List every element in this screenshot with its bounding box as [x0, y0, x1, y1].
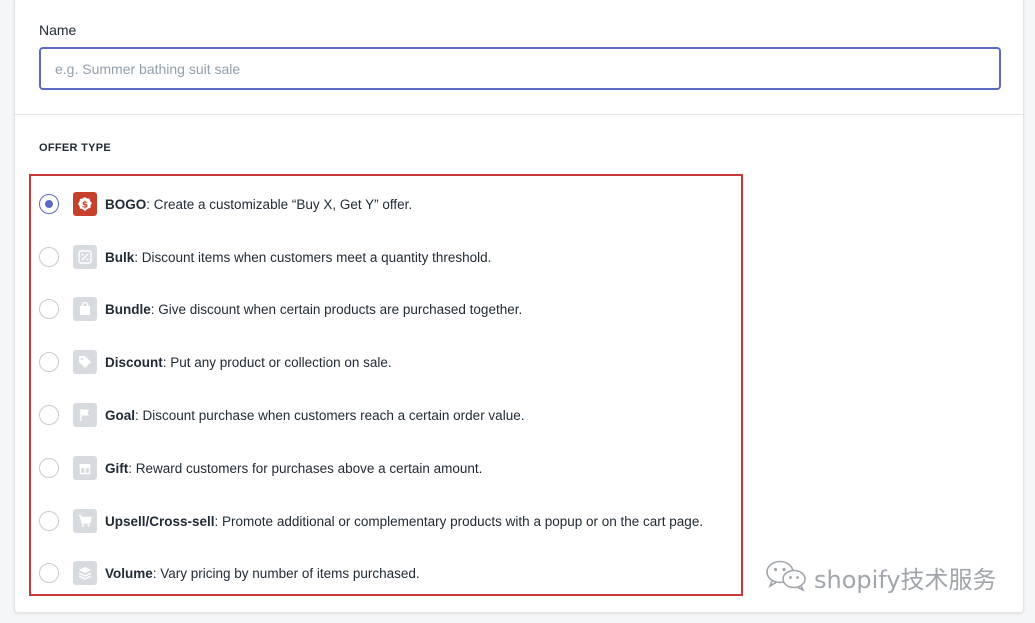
radio-volume[interactable] — [39, 563, 59, 583]
offer-option-title: Gift — [105, 460, 129, 476]
offer-option-description: : Promote additional or complementary pr… — [214, 513, 704, 529]
offer-option-title: Bulk — [105, 249, 135, 265]
offer-option-bulk[interactable]: Bulk: Discount items when customers meet… — [39, 243, 739, 271]
wechat-icon — [764, 558, 808, 597]
offer-option-text: Bundle: Give discount when certain produ… — [105, 302, 522, 317]
svg-text:$: $ — [82, 201, 88, 211]
offer-option-text: Upsell/Cross-sell: Promote additional or… — [105, 514, 703, 529]
offer-option-text: Volume: Vary pricing by number of items … — [105, 566, 420, 581]
offer-option-description: : Give discount when certain products ar… — [150, 301, 523, 317]
offer-option-text: Goal: Discount purchase when customers r… — [105, 408, 524, 423]
offer-option-gift[interactable]: Gift: Reward customers for purchases abo… — [39, 454, 739, 482]
offer-option-title: Goal — [105, 407, 136, 423]
offer-option-description: : Create a customizable “Buy X, Get Y” o… — [146, 196, 413, 212]
price-tag-icon — [73, 350, 97, 374]
radio-bulk[interactable] — [39, 247, 59, 267]
radio-discount[interactable] — [39, 352, 59, 372]
offer-option-title: Bundle — [105, 301, 151, 317]
offer-option-description: : Put any product or collection on sale. — [162, 354, 392, 370]
radio-bundle[interactable] — [39, 299, 59, 319]
percent-icon — [73, 245, 97, 269]
offer-option-text: Gift: Reward customers for purchases abo… — [105, 461, 482, 476]
watermark: shopify技术服务 — [764, 558, 997, 597]
name-label: Name — [39, 22, 77, 38]
radio-gift[interactable] — [39, 458, 59, 478]
offer-type-heading: OFFER TYPE — [39, 142, 112, 154]
offer-option-bundle[interactable]: Bundle: Give discount when certain produ… — [39, 295, 739, 323]
name-section: Name — [15, 0, 1023, 115]
offer-option-text: Bulk: Discount items when customers meet… — [105, 250, 491, 265]
offer-option-description: : Reward customers for purchases above a… — [128, 460, 483, 476]
shopping-bag-icon — [73, 297, 97, 321]
radio-bogo[interactable] — [39, 194, 59, 214]
offer-option-text: Discount: Put any product or collection … — [105, 355, 392, 370]
cart-icon — [73, 509, 97, 533]
offer-option-upsell[interactable]: Upsell/Cross-sell: Promote additional or… — [39, 507, 739, 535]
dollar-badge-icon: $ — [73, 192, 97, 216]
watermark-text: shopify技术服务 — [814, 566, 997, 594]
offer-option-text: BOGO: Create a customizable “Buy X, Get … — [105, 197, 412, 212]
offer-option-goal[interactable]: Goal: Discount purchase when customers r… — [39, 401, 739, 429]
offer-option-title: Discount — [105, 354, 163, 370]
offer-option-description: : Vary pricing by number of items purcha… — [152, 565, 420, 581]
layers-icon — [73, 561, 97, 585]
offer-option-description: : Discount purchase when customers reach… — [135, 407, 525, 423]
offer-option-description: : Discount items when customers meet a q… — [134, 249, 492, 265]
offer-option-bogo[interactable]: $ BOGO: Create a customizable “Buy X, Ge… — [39, 190, 739, 218]
name-input[interactable] — [39, 47, 1001, 90]
radio-goal[interactable] — [39, 405, 59, 425]
offer-option-title: Upsell/Cross-sell — [105, 513, 215, 529]
offer-form-card: Name OFFER TYPE $ BOGO: Create a customi… — [14, 0, 1024, 613]
offer-option-title: Volume — [105, 565, 153, 581]
offer-option-volume[interactable]: Volume: Vary pricing by number of items … — [39, 559, 739, 587]
flag-icon — [73, 403, 97, 427]
radio-upsell[interactable] — [39, 511, 59, 531]
gift-box-icon — [73, 456, 97, 480]
offer-option-discount[interactable]: Discount: Put any product or collection … — [39, 348, 739, 376]
offer-option-title: BOGO — [105, 196, 147, 212]
